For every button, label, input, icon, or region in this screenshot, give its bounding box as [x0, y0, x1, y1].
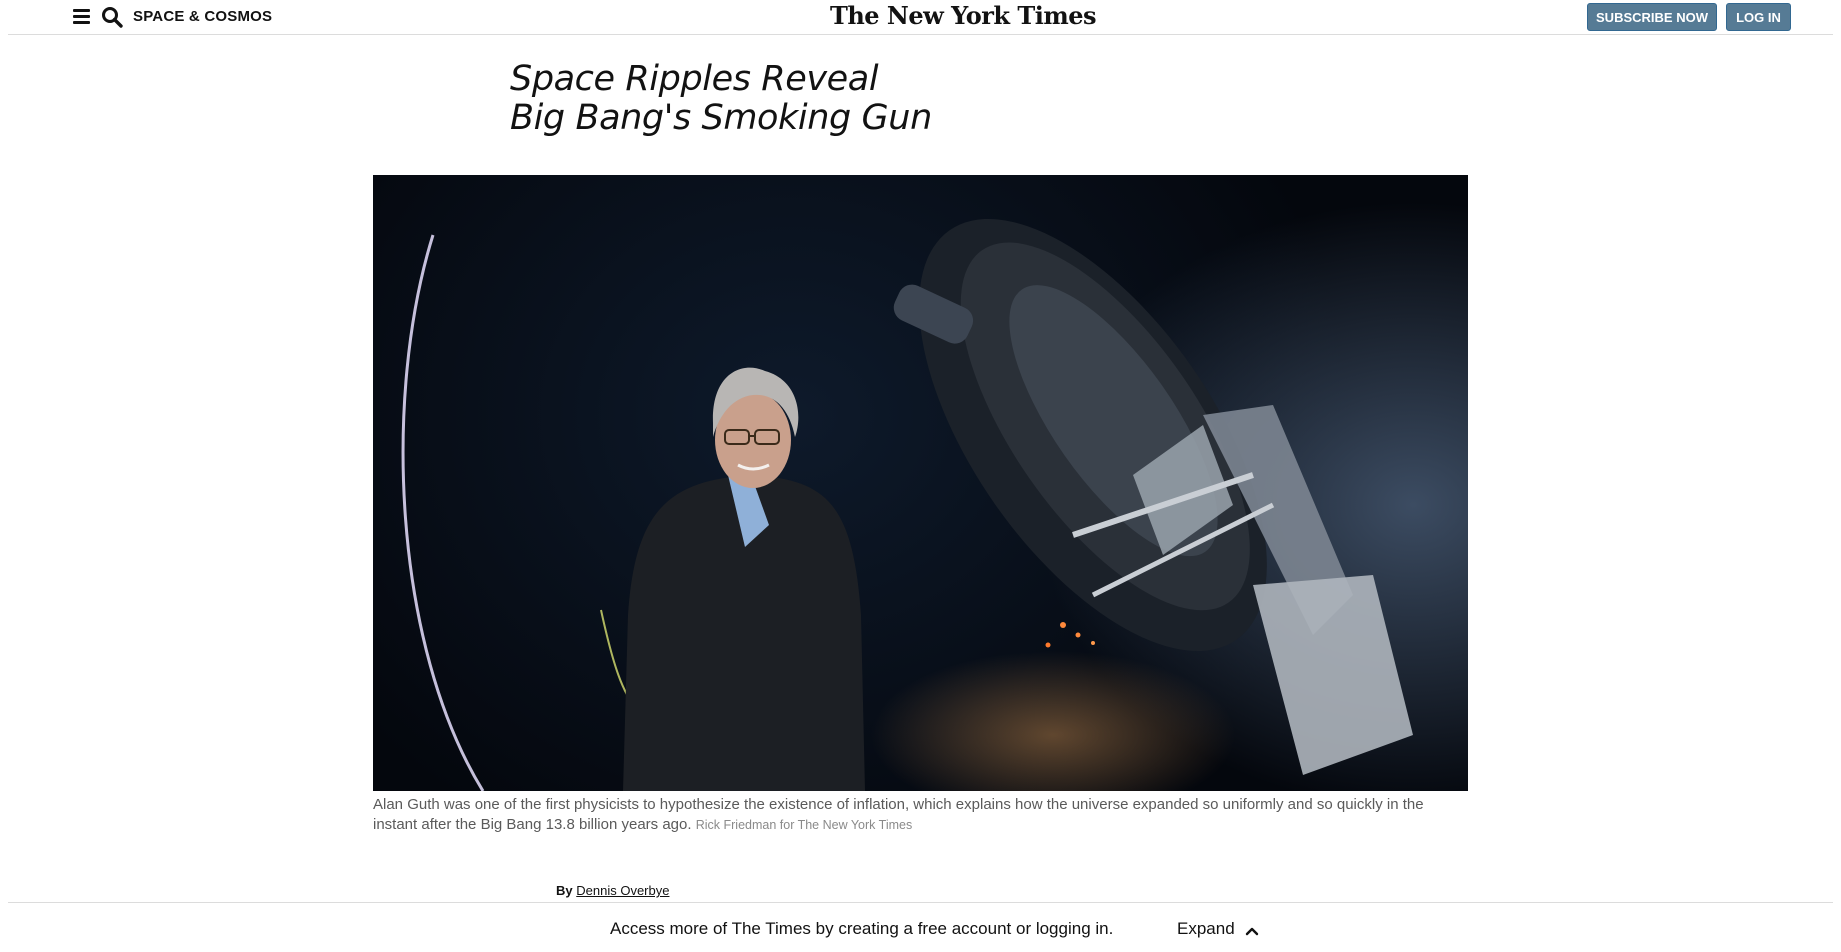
article-headline: Space Ripples Reveal Big Bang's Smoking … [510, 60, 1110, 138]
headline-line-2: Big Bang's Smoking Gun [510, 98, 932, 138]
chevron-up-icon [1246, 927, 1259, 936]
expand-button[interactable]: Expand [1177, 919, 1259, 939]
nyt-logo[interactable]: The New York Times [830, 1, 1097, 30]
log-in-button[interactable]: LOG IN [1726, 3, 1791, 31]
banner-message: Access more of The Times by creating a f… [610, 919, 1114, 938]
section-link-space-cosmos[interactable]: SPACE & COSMOS [133, 8, 272, 25]
lead-photo [373, 175, 1468, 791]
byline-prefix: By [556, 883, 573, 898]
subscribe-now-button[interactable]: SUBSCRIBE NOW [1587, 3, 1717, 31]
telescope-scene-illustration [401, 218, 1413, 791]
photo-credit: Rick Friedman for The New York Times [695, 818, 913, 832]
expand-label: Expand [1177, 919, 1235, 938]
byline: By Dennis Overbye [556, 883, 669, 898]
headline-line-1: Space Ripples Reveal [510, 59, 879, 99]
photo-caption: Alan Guth was one of the first physicist… [373, 795, 1468, 835]
author-link[interactable]: Dennis Overbye [576, 883, 669, 898]
hamburger-menu-icon[interactable] [66, 6, 96, 28]
registration-banner: Access more of The Times by creating a f… [8, 902, 1833, 952]
top-navigation-bar: SPACE & COSMOS The New York Times SUBSCR… [8, 0, 1833, 35]
search-icon[interactable] [100, 5, 128, 29]
